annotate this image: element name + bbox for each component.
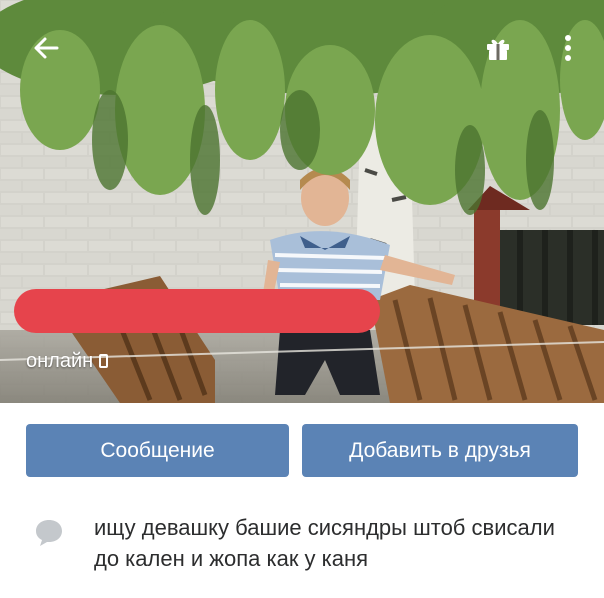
gift-button[interactable]	[476, 26, 520, 70]
online-status-label: онлайн	[26, 350, 94, 372]
more-vertical-icon	[565, 35, 571, 61]
about-text: ищу девашку башие сисяндры штоб свисали …	[94, 515, 555, 571]
send-message-button[interactable]: Сообщение	[26, 424, 289, 477]
online-status: онлайн	[26, 349, 109, 373]
speech-bubble-icon	[36, 520, 62, 546]
arrow-left-icon	[34, 37, 59, 59]
more-menu-button[interactable]	[546, 26, 590, 70]
add-friend-button[interactable]: Добавить в друзья	[302, 424, 578, 477]
gift-icon	[487, 39, 509, 60]
redacted-name	[14, 289, 380, 333]
mobile-phone-icon	[99, 354, 109, 368]
back-button[interactable]	[24, 26, 68, 70]
profile-cover-photo[interactable]: онлайн	[0, 0, 604, 403]
